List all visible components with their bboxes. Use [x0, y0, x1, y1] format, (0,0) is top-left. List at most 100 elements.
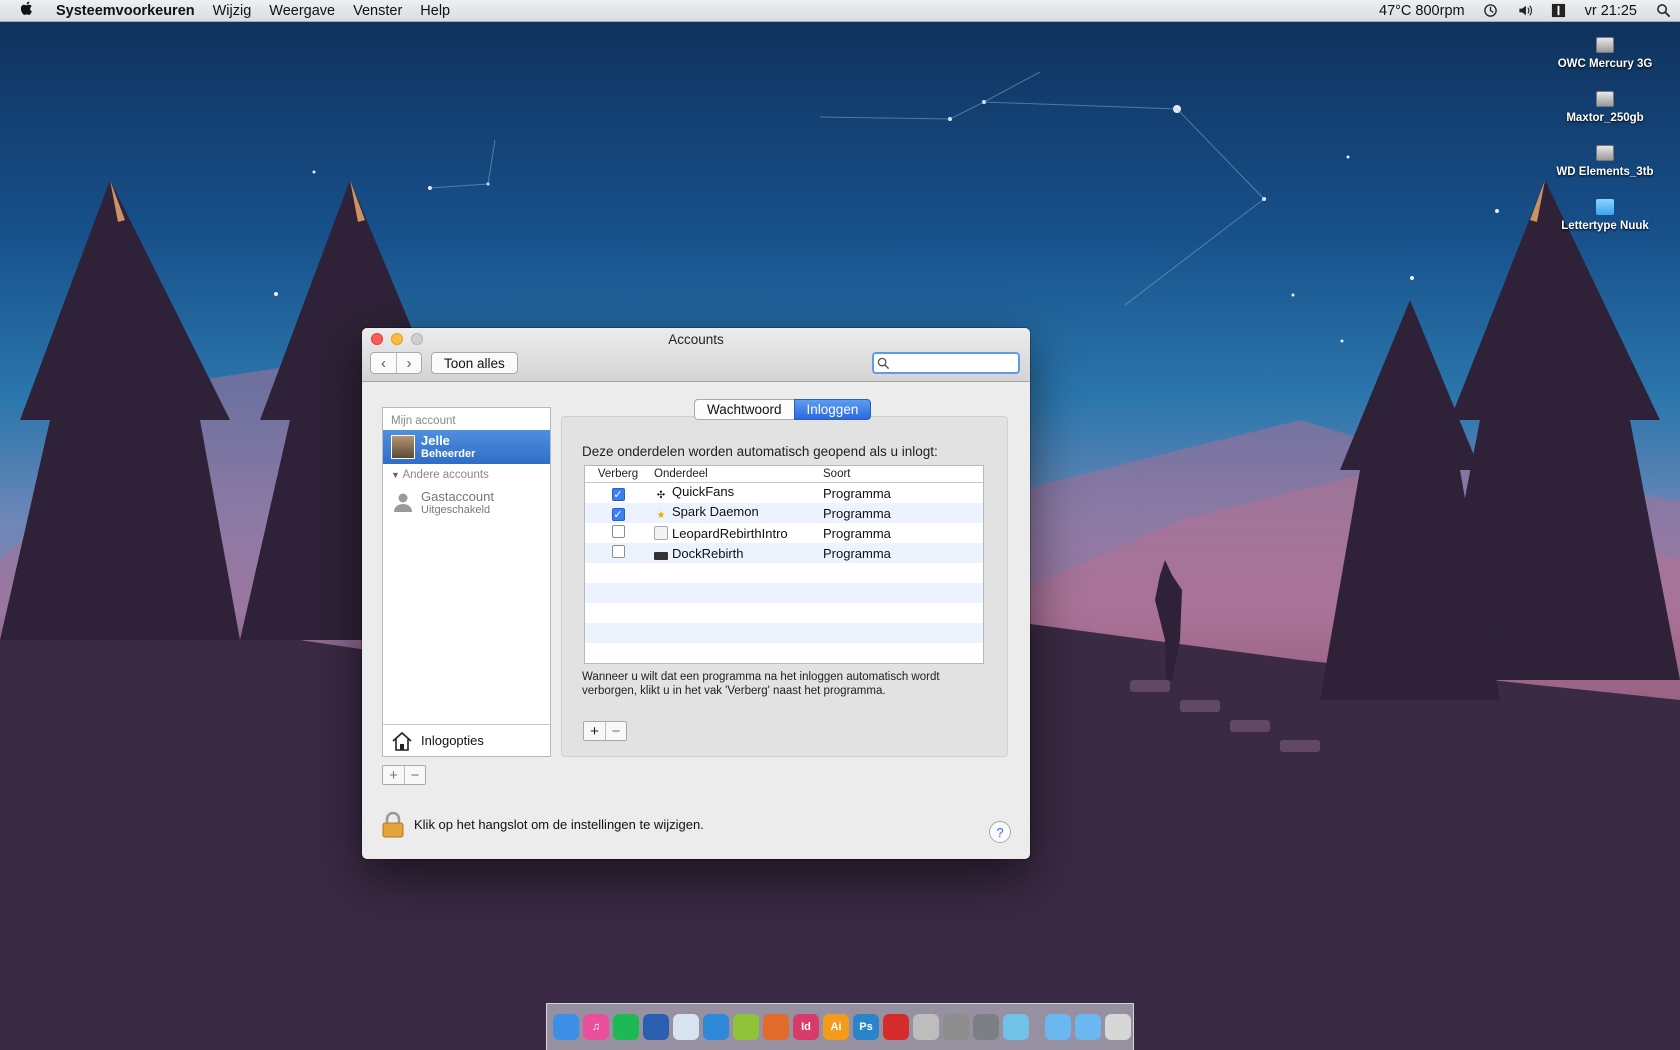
empty-row	[585, 643, 983, 663]
guest-status: Uitgeschakeld	[421, 503, 491, 516]
desktop-icon-label: Lettertype Nuuk	[1561, 220, 1649, 232]
star-icon: ★	[656, 509, 666, 521]
dock-itunes-icon[interactable]: ♫	[583, 1014, 609, 1040]
disclosure-triangle-icon: ▼	[391, 470, 400, 480]
fan-status[interactable]: 47°C 800rpm	[1370, 3, 1474, 19]
empty-row	[585, 563, 983, 583]
dock-system-preferences-icon[interactable]	[973, 1014, 999, 1040]
drive-icon	[1596, 37, 1614, 53]
guest-name: Gastaccount	[421, 488, 494, 504]
dock-finder-icon[interactable]	[553, 1014, 579, 1040]
empty-row	[585, 623, 983, 643]
back-button[interactable]: ‹	[371, 353, 396, 373]
avatar	[391, 435, 415, 459]
dock-acrobat-icon[interactable]	[883, 1014, 909, 1040]
menu-venster[interactable]: Venster	[344, 3, 411, 19]
item-name: QuickFans	[672, 483, 735, 499]
tab-inloggen[interactable]: Inloggen	[793, 399, 872, 420]
item-kind: Programma	[823, 545, 891, 561]
column-header-onderdeel[interactable]: Onderdeel	[651, 468, 819, 480]
hide-checkbox[interactable]: ✓	[611, 487, 625, 501]
other-accounts-label: Andere accounts	[402, 469, 489, 481]
menu-app-name[interactable]: Systeemvoorkeuren	[47, 3, 204, 19]
title-bar: Accounts ‹ › Toon alles	[362, 328, 1030, 382]
accounts-window: Accounts ‹ › Toon alles Mijn account Jel…	[362, 328, 1030, 859]
desktop-icon-owc-mercury[interactable]: OWC Mercury 3G	[1530, 22, 1680, 76]
login-item-add-remove: + −	[583, 721, 627, 741]
dock-utility-icon[interactable]	[943, 1014, 969, 1040]
hide-checkbox[interactable]	[611, 525, 625, 538]
volume-icon[interactable]	[1517, 3, 1533, 19]
dock-photoshop-icon[interactable]: Ps	[853, 1014, 879, 1040]
dock-app-store-icon[interactable]	[1003, 1014, 1029, 1040]
dock-icon-label: Id	[801, 1021, 811, 1033]
remove-account-button[interactable]: −	[404, 766, 425, 784]
nav-buttons: ‹ ›	[370, 352, 422, 374]
dock-trash-icon[interactable]	[1105, 1014, 1131, 1040]
tab-wachtwoord[interactable]: Wachtwoord	[694, 399, 794, 420]
dock-folder-icon[interactable]	[1045, 1014, 1071, 1040]
desktop-icon-lettertype-nuuk[interactable]: Lettertype Nuuk	[1530, 184, 1680, 238]
drive-icon	[1596, 91, 1614, 107]
dock-archive-icon[interactable]	[913, 1014, 939, 1040]
login-options-item[interactable]: Inlogopties	[383, 724, 550, 756]
help-button[interactable]: ?	[989, 821, 1011, 843]
show-all-button[interactable]: Toon alles	[431, 352, 518, 374]
item-kind: Programma	[823, 485, 891, 501]
dock-icon	[654, 551, 668, 560]
dock-globe-icon[interactable]	[643, 1014, 669, 1040]
dock-xcode-icon[interactable]	[703, 1014, 729, 1040]
dock-dreamweaver-icon[interactable]	[733, 1014, 759, 1040]
apple-menu-icon[interactable]	[0, 1, 47, 20]
table-row[interactable]: ✓ ✣ QuickFans Programma	[585, 483, 983, 503]
dock: ♫ Id Ai Ps	[546, 1003, 1134, 1050]
dock-folder-icon[interactable]	[1075, 1014, 1101, 1040]
account-add-remove: + −	[382, 765, 426, 785]
account-list: Mijn account Jelle Beheerder ▼ Andere acc…	[382, 407, 551, 757]
account-item-guest[interactable]: Gastaccount Uitgeschakeld	[383, 484, 550, 520]
add-login-item-button[interactable]: +	[584, 722, 605, 740]
menu-bar: Systeemvoorkeuren Wijzig Weergave Venste…	[0, 0, 1680, 22]
menu-clock[interactable]: vr 21:25	[1576, 3, 1646, 19]
dock-indesign-icon[interactable]: Id	[793, 1014, 819, 1040]
search-field[interactable]	[872, 352, 1020, 374]
remove-login-item-button[interactable]: −	[605, 722, 626, 740]
other-accounts-header[interactable]: ▼ Andere accounts	[383, 464, 550, 484]
desktop-icon-label: WD Elements_3tb	[1556, 166, 1654, 178]
house-icon	[392, 731, 412, 751]
table-row[interactable]: ✓ ★ Spark Daemon Programma	[585, 503, 983, 523]
table-header: Verberg Onderdeel Soort	[585, 466, 983, 483]
desktop-icon-wd-elements[interactable]: WD Elements_3tb	[1530, 130, 1680, 184]
desktop-icons: OWC Mercury 3G Maxtor_250gb WD Elements_…	[1530, 22, 1680, 238]
window-title: Accounts	[668, 332, 724, 347]
column-header-verberg[interactable]: Verberg	[585, 468, 651, 480]
dock-preview-icon[interactable]	[673, 1014, 699, 1040]
add-account-button[interactable]: +	[383, 766, 404, 784]
dock-illustrator-icon[interactable]: Ai	[823, 1014, 849, 1040]
dock-spotify-icon[interactable]	[613, 1014, 639, 1040]
menu-wijzig[interactable]: Wijzig	[204, 3, 261, 19]
login-options-label: Inlogopties	[421, 733, 484, 748]
table-row[interactable]: LeopardRebirthIntro Programma	[585, 523, 983, 543]
account-item-jelle[interactable]: Jelle Beheerder	[383, 430, 550, 464]
hide-checkbox[interactable]: ✓	[611, 507, 625, 521]
desktop-icon-label: Maxtor_250gb	[1566, 112, 1644, 124]
table-row[interactable]: DockRebirth Programma	[585, 543, 983, 563]
lock-text: Klik op het hangslot om de instellingen …	[414, 817, 704, 832]
column-header-soort[interactable]: Soort	[819, 468, 983, 480]
hide-checkbox[interactable]	[611, 545, 625, 558]
input-source-icon[interactable]	[1551, 3, 1567, 19]
desktop-icon-maxtor[interactable]: Maxtor_250gb	[1530, 76, 1680, 130]
forward-button[interactable]: ›	[396, 353, 421, 373]
menu-help[interactable]: Help	[411, 3, 459, 19]
external-drive-icon	[1596, 145, 1614, 161]
lock-icon[interactable]	[382, 811, 404, 838]
empty-row	[585, 603, 983, 623]
time-machine-icon[interactable]	[1483, 3, 1499, 19]
hide-hint-text: Wanneer u wilt dat een programma na het …	[582, 671, 940, 697]
table-body: ✓ ✣ QuickFans Programma ✓ ★ Spark Daemon P…	[585, 483, 983, 663]
menu-weergave[interactable]: Weergave	[260, 3, 344, 19]
dock-firefox-icon[interactable]	[763, 1014, 789, 1040]
spotlight-icon[interactable]	[1655, 3, 1671, 19]
login-items-table: Verberg Onderdeel Soort ✓ ✣ QuickFans Pro…	[584, 465, 984, 664]
